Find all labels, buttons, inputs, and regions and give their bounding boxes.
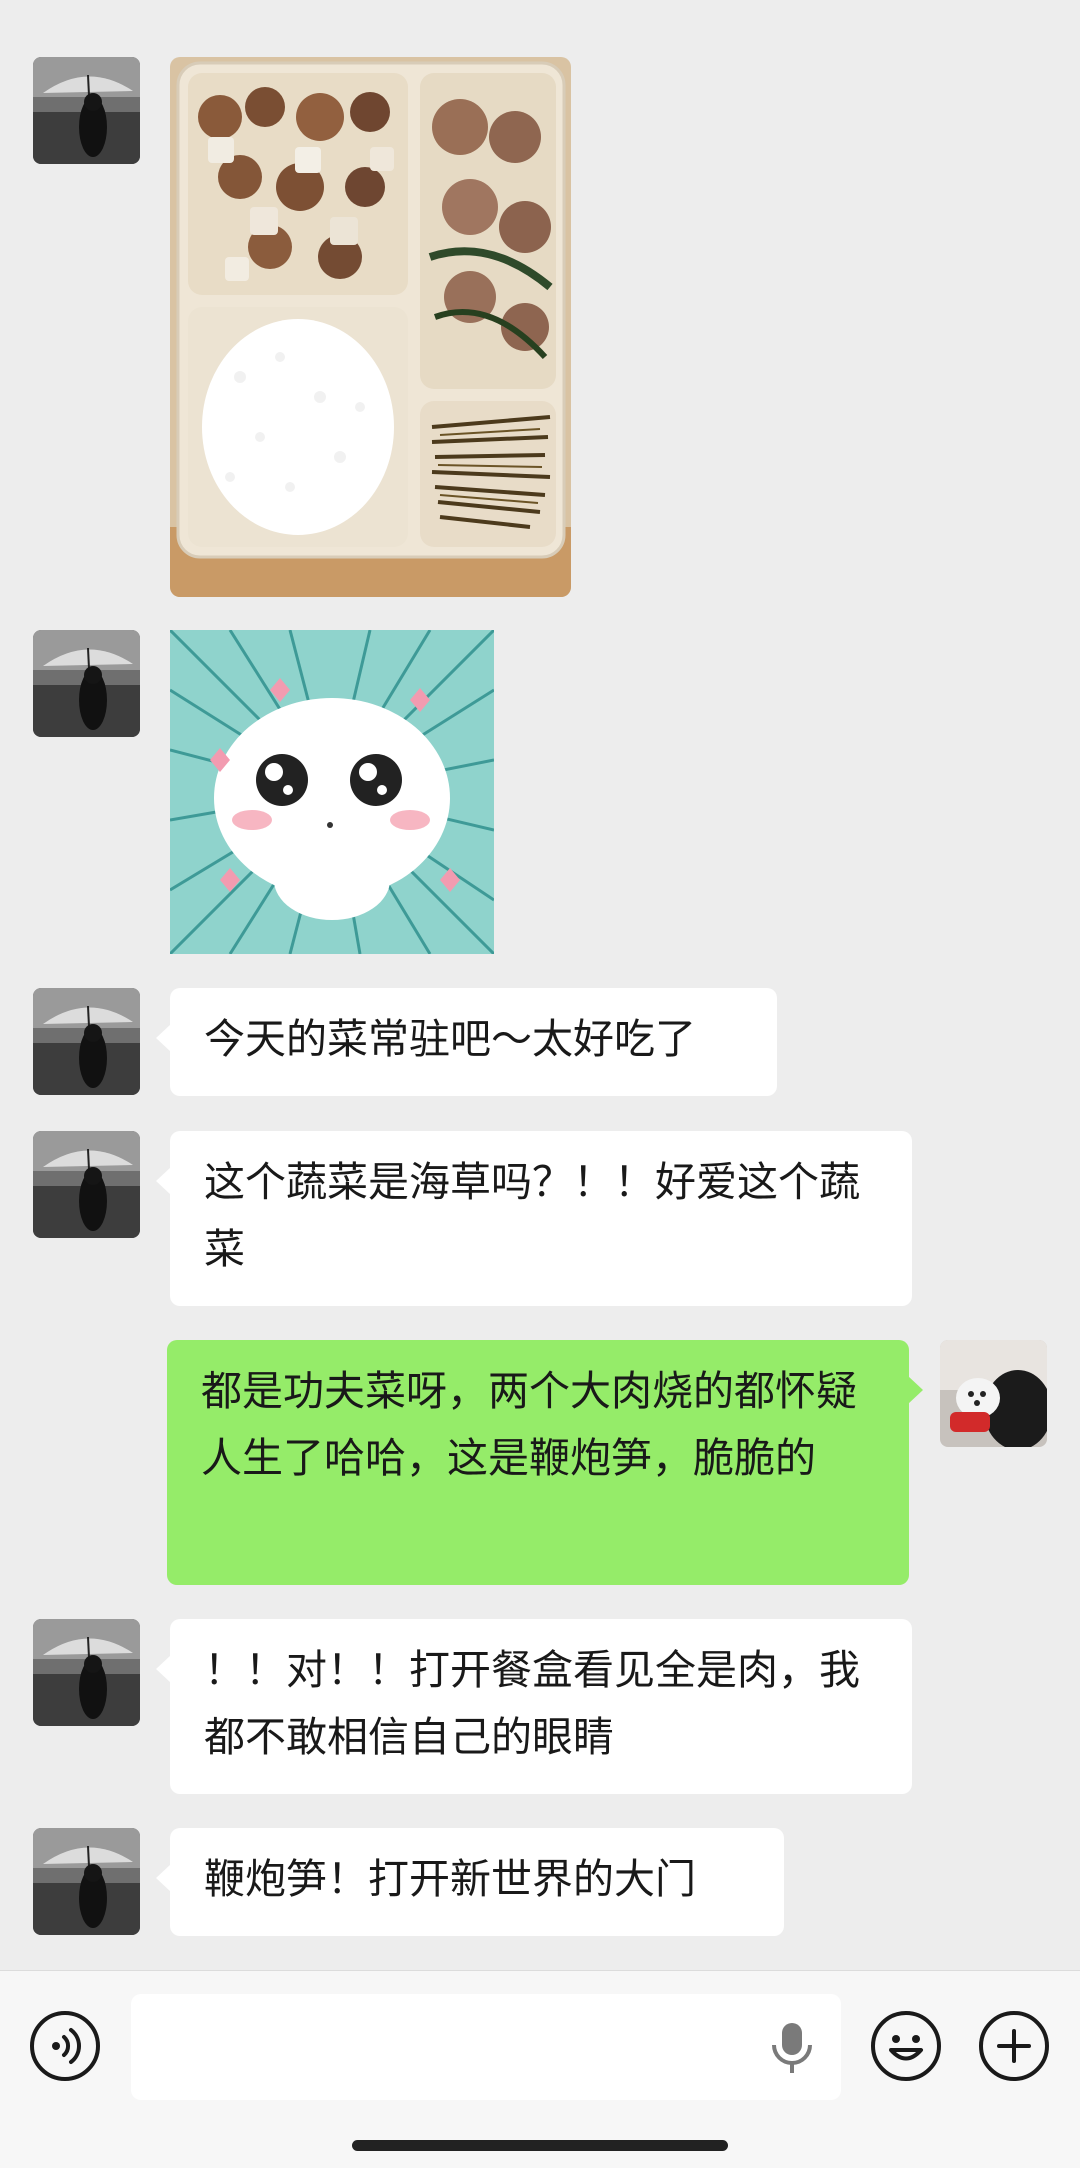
more-button[interactable]: [979, 2011, 1049, 2081]
chat-screen: 今天的菜常驻吧～太好吃了 这个蔬菜是海草吗？！！好爱这个蔬菜 都是功夫菜呀，两个…: [0, 0, 1080, 2168]
emoji-button[interactable]: [871, 2011, 941, 2081]
microphone-icon: [772, 2023, 812, 2073]
voice-toggle-button[interactable]: [30, 2011, 100, 2081]
voice-toggle-icon: [52, 2028, 81, 2064]
contact-avatar[interactable]: [33, 1619, 140, 1726]
message-text: 这个蔬菜是海草吗？！！好爱这个蔬菜: [204, 1158, 860, 1273]
contact-avatar[interactable]: [33, 630, 140, 737]
message-bubble-incoming[interactable]: 这个蔬菜是海草吗？！！好爱这个蔬菜: [156, 1131, 912, 1306]
food-photo[interactable]: [170, 57, 571, 597]
plus-icon: [997, 2029, 1031, 2063]
message-bubble-incoming[interactable]: ！！对！！打开餐盒看见全是肉，我都不敢相信自己的眼睛: [156, 1619, 912, 1794]
my-avatar[interactable]: [940, 1340, 1047, 1447]
message-bubble-incoming[interactable]: 鞭炮笋！打开新世界的大门: [156, 1828, 784, 1936]
message-bubble-outgoing[interactable]: 都是功夫菜呀，两个大肉烧的都怀疑人生了哈哈，这是鞭炮笋，脆脆的: [167, 1340, 923, 1585]
contact-avatar[interactable]: [33, 57, 140, 164]
message-text: 今天的菜常驻吧～太好吃了: [204, 1015, 696, 1063]
message-input[interactable]: [131, 1994, 841, 2100]
message-text: 鞭炮笋！打开新世界的大门: [204, 1855, 696, 1903]
home-indicator[interactable]: [352, 2140, 728, 2151]
contact-avatar[interactable]: [33, 1131, 140, 1238]
microphone-button[interactable]: [770, 2021, 814, 2077]
contact-avatar[interactable]: [33, 988, 140, 1095]
contact-avatar[interactable]: [33, 1828, 140, 1935]
emoji-icon: [889, 2035, 923, 2061]
message-text: ！！对！！打开餐盒看见全是肉，我都不敢相信自己的眼睛: [204, 1646, 860, 1761]
message-list[interactable]: 今天的菜常驻吧～太好吃了 这个蔬菜是海草吗？！！好爱这个蔬菜 都是功夫菜呀，两个…: [0, 0, 1080, 1970]
message-bubble-incoming[interactable]: 今天的菜常驻吧～太好吃了: [156, 988, 777, 1096]
message-text: 都是功夫菜呀，两个大肉烧的都怀疑人生了哈哈，这是鞭炮笋，脆脆的: [201, 1367, 857, 1482]
input-bar: [0, 1970, 1080, 2168]
sticker-image[interactable]: [170, 630, 494, 954]
